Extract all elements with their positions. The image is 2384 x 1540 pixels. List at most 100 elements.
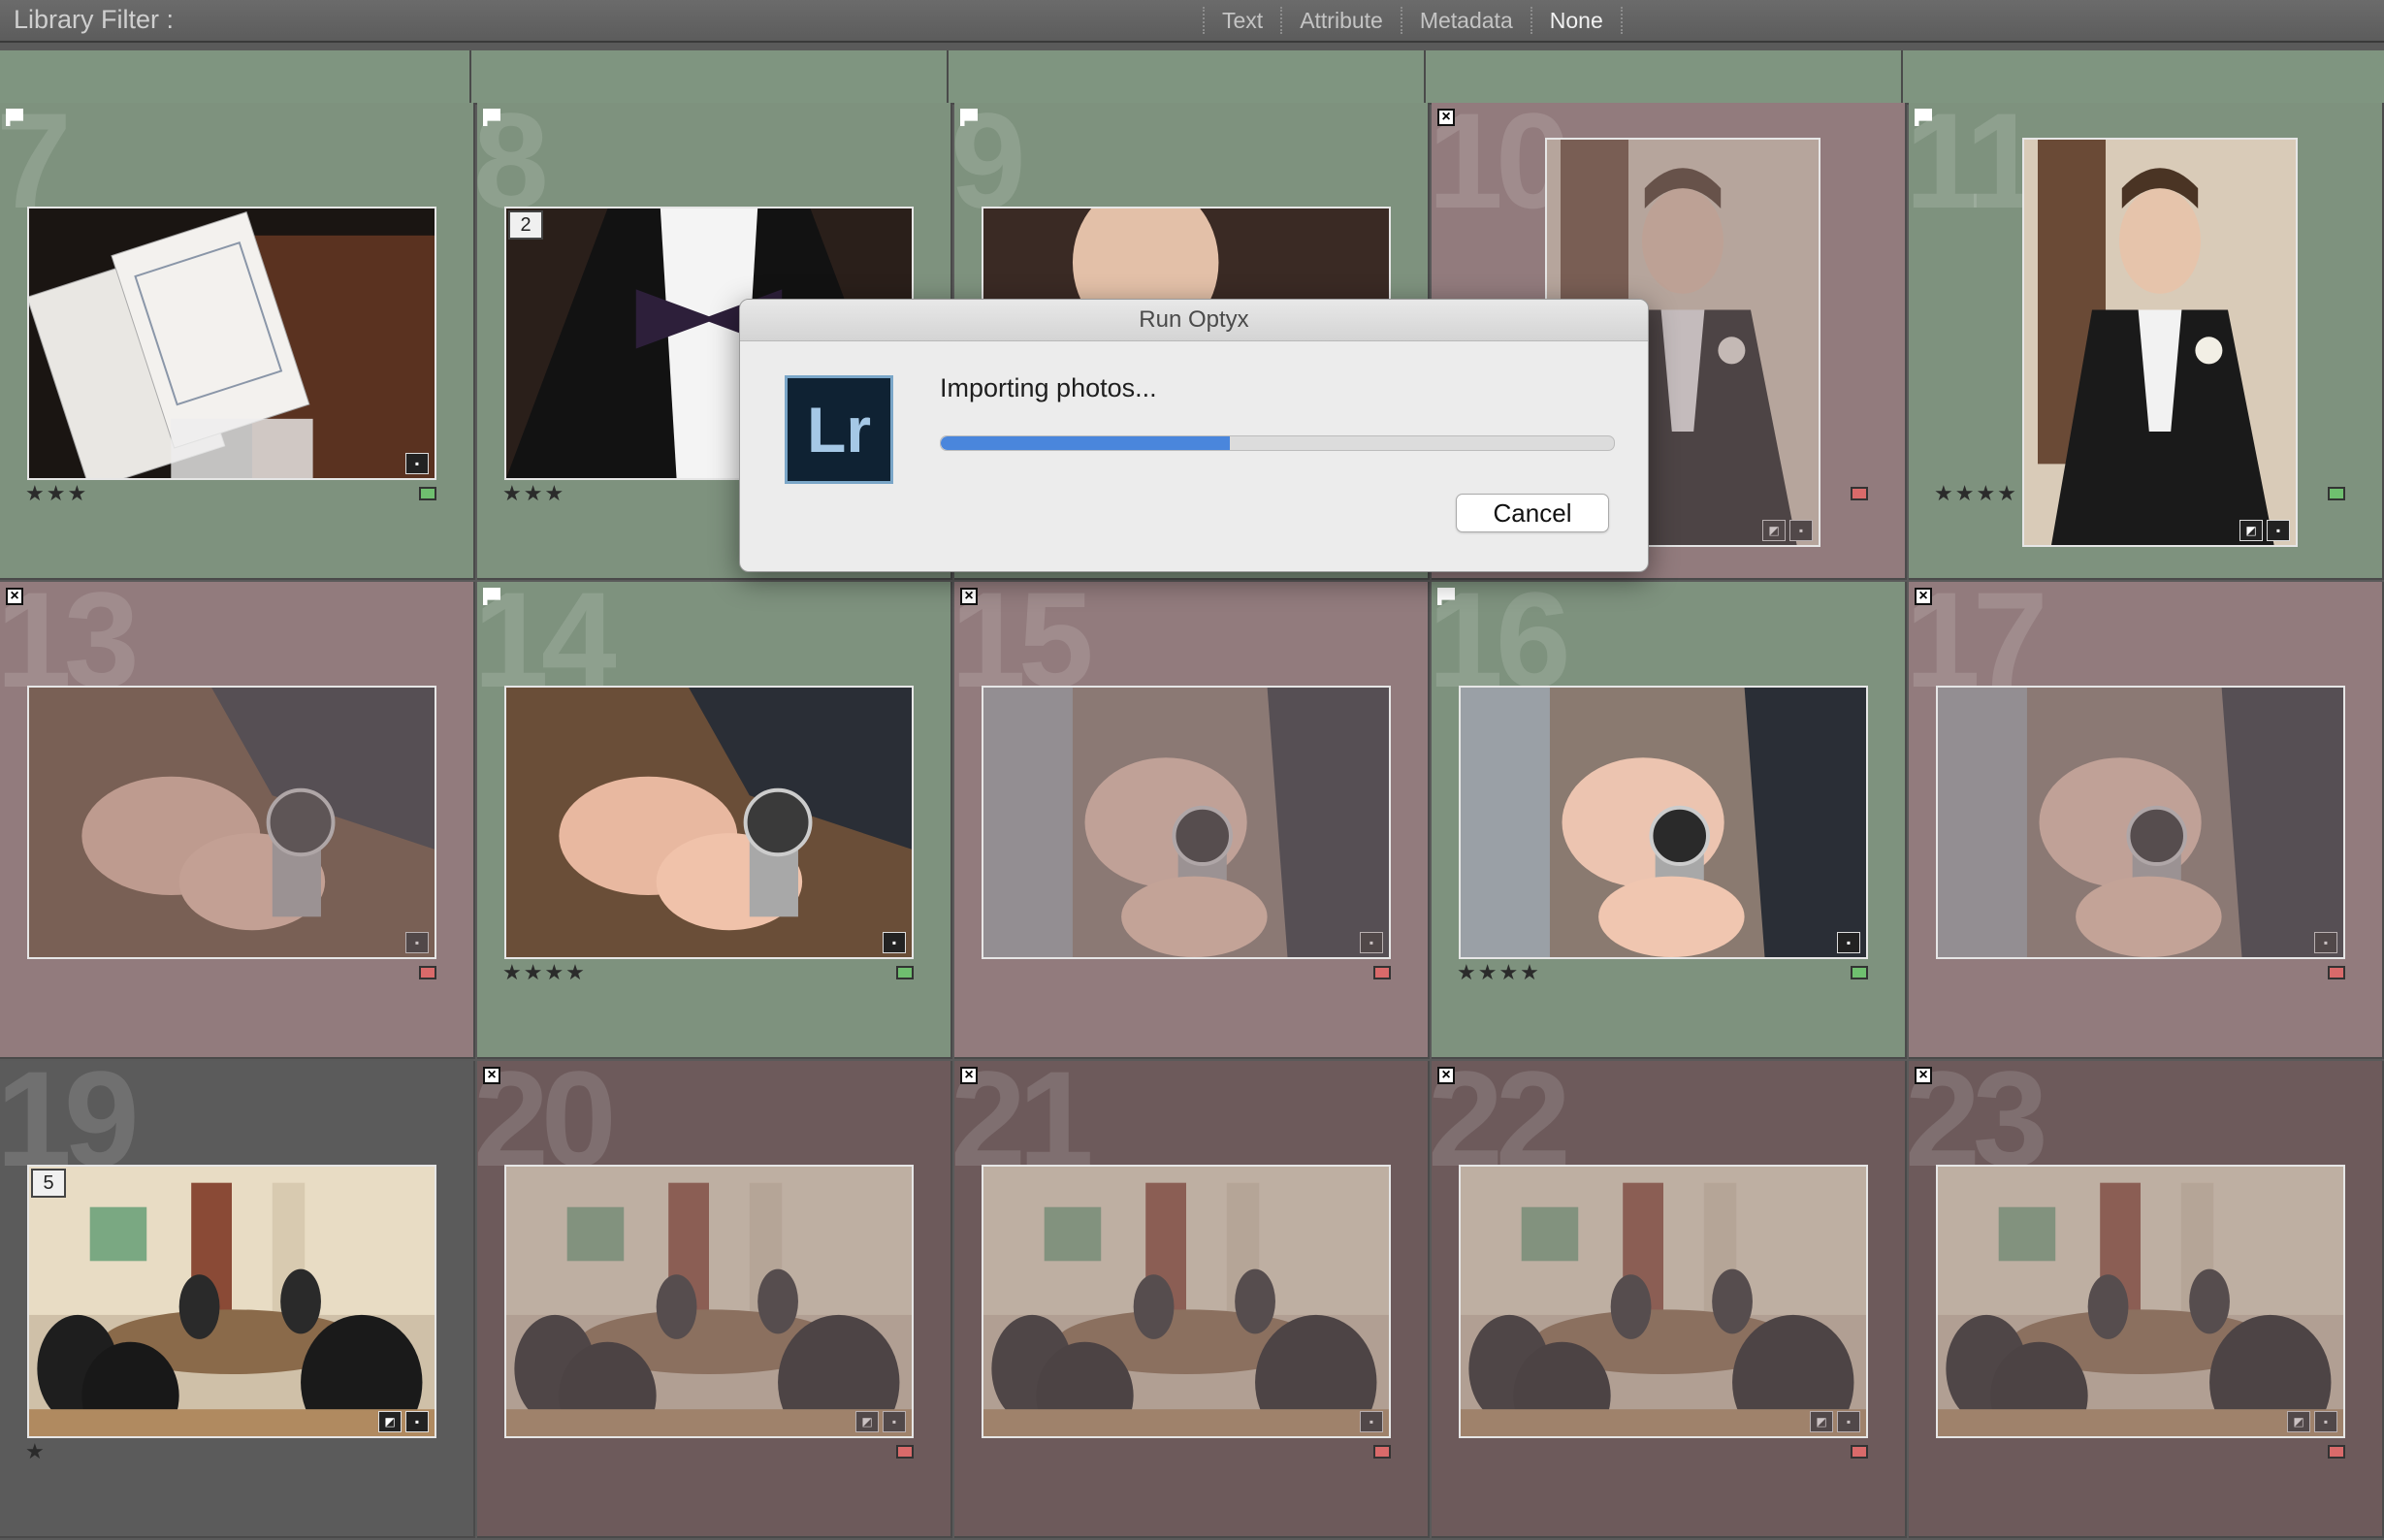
edit-icon[interactable]: ◩ (2239, 520, 2263, 541)
photo-thumbnail[interactable]: ◩ ▪ (1936, 1165, 2345, 1438)
filter-divider (1280, 7, 1283, 34)
thumbnail-cell[interactable]: 7 ▪ ★★★ (0, 103, 475, 580)
dialog-message: Importing photos... (940, 373, 1157, 402)
photo-thumbnail[interactable]: ◩ ▪ (1459, 1165, 1868, 1438)
comment-icon[interactable]: ▪ (2314, 1411, 2337, 1432)
thumbnail-badges: ▪ (1360, 932, 1383, 953)
edit-icon[interactable]: ◩ (1810, 1411, 1833, 1432)
filter-divider (1620, 7, 1623, 34)
thumbnail-cell[interactable]: 13 × ▪ (0, 582, 475, 1059)
thumbnail-badges: ▪ (405, 453, 429, 474)
star-rating[interactable]: ★★★★ (1457, 960, 1541, 985)
thumbnail-cell[interactable]: 22 × ◩ ▪ (1432, 1061, 1907, 1538)
photo-thumbnail[interactable]: ◩ ▪ (2022, 138, 2298, 547)
comment-icon[interactable]: ▪ (1837, 1411, 1860, 1432)
comment-icon[interactable]: ▪ (405, 1411, 429, 1432)
star-rating[interactable]: ★ (25, 1439, 47, 1464)
edit-icon[interactable]: ◩ (1762, 520, 1786, 541)
thumbnail-badges: ◩ ▪ (2287, 1411, 2337, 1432)
filter-divider (1203, 7, 1205, 34)
reject-flag-icon[interactable]: × (1915, 1067, 1932, 1084)
cell-divider (1901, 50, 1903, 103)
comment-icon[interactable]: ▪ (883, 932, 906, 953)
color-label-red[interactable] (419, 966, 436, 979)
comment-icon[interactable]: ▪ (2267, 520, 2290, 541)
comment-icon[interactable]: ▪ (2314, 932, 2337, 953)
photo-thumbnail[interactable]: ▪ (27, 686, 436, 959)
thumbnail-cell[interactable]: 21 × ▪ (954, 1061, 1430, 1538)
thumbnail-cell[interactable]: 20 × ◩ ▪ (477, 1061, 952, 1538)
thumbnail-badges: ◩ ▪ (2239, 520, 2290, 541)
color-label-green[interactable] (1851, 966, 1868, 979)
reject-flag-icon[interactable]: × (1437, 109, 1455, 126)
reject-flag-icon[interactable]: × (960, 588, 978, 605)
thumbnail-badges: ▪ (883, 932, 906, 953)
cell-divider (469, 50, 471, 103)
filter-attribute-tab[interactable]: Attribute (1294, 8, 1389, 34)
edit-icon[interactable]: ◩ (2287, 1411, 2310, 1432)
star-rating[interactable]: ★★★ (502, 481, 565, 506)
thumbnail-cell[interactable]: 17 × ▪ (1909, 582, 2384, 1059)
filter-options: Text Attribute Metadata None (1191, 0, 1634, 41)
edit-icon[interactable]: ◩ (378, 1411, 402, 1432)
star-rating[interactable]: ★★★★ (1934, 481, 2018, 506)
star-rating[interactable]: ★★★ (25, 481, 88, 506)
photo-thumbnail[interactable]: ▪ (1459, 686, 1868, 959)
color-label-green[interactable] (419, 487, 436, 500)
filter-divider (1530, 7, 1532, 34)
color-label-red[interactable] (2328, 966, 2345, 979)
comment-icon[interactable]: ▪ (883, 1411, 906, 1432)
photo-thumbnail[interactable]: ◩ ▪ (504, 1165, 914, 1438)
star-rating[interactable]: ★★★★ (502, 960, 587, 985)
cell-divider (1424, 50, 1426, 103)
reject-flag-icon[interactable]: × (483, 1067, 500, 1084)
thumbnail-badges: ◩ ▪ (378, 1411, 429, 1432)
color-label-green[interactable] (896, 966, 914, 979)
filter-divider (1400, 7, 1402, 34)
photo-thumbnail[interactable]: ▪ (27, 207, 436, 480)
comment-icon[interactable]: ▪ (1837, 932, 1860, 953)
thumbnail-cell[interactable]: 15 × ▪ (954, 582, 1430, 1059)
run-optyx-dialog: Run Optyx Lr Importing photos... Cancel (739, 299, 1649, 572)
photo-thumbnail[interactable]: ▪ (504, 686, 914, 959)
previous-row-strip (0, 50, 2384, 105)
photo-thumbnail[interactable]: 5 ◩ ▪ (27, 1165, 436, 1438)
thumbnail-cell[interactable]: 19 5 ◩ ▪ ★ (0, 1061, 475, 1538)
comment-icon[interactable]: ▪ (1789, 520, 1813, 541)
photo-thumbnail[interactable]: ▪ (982, 686, 1391, 959)
stack-count-badge[interactable]: 2 (508, 210, 543, 240)
photo-thumbnail[interactable]: ▪ (982, 1165, 1391, 1438)
filter-text-tab[interactable]: Text (1216, 8, 1269, 34)
color-label-red[interactable] (1373, 966, 1391, 979)
thumbnail-badges: ▪ (405, 932, 429, 953)
comment-icon[interactable]: ▪ (405, 932, 429, 953)
thumbnail-cell[interactable]: 11 ◩ ▪ ★★★★ (1909, 103, 2384, 580)
reject-flag-icon[interactable]: × (6, 588, 23, 605)
color-label-red[interactable] (1373, 1445, 1391, 1459)
photo-thumbnail[interactable]: ▪ (1936, 686, 2345, 959)
comment-icon[interactable]: ▪ (1360, 932, 1383, 953)
thumbnail-badges: ▪ (1837, 932, 1860, 953)
reject-flag-icon[interactable]: × (1915, 588, 1932, 605)
comment-icon[interactable]: ▪ (405, 453, 429, 474)
thumbnail-cell[interactable]: 16 ▪ ★★★★ (1432, 582, 1907, 1059)
library-filter-title: Library Filter : (14, 5, 175, 34)
filter-none-tab[interactable]: None (1544, 8, 1609, 34)
dialog-title: Run Optyx (740, 300, 1648, 341)
color-label-red[interactable] (896, 1445, 914, 1459)
color-label-red[interactable] (1851, 487, 1868, 500)
cancel-button[interactable]: Cancel (1456, 494, 1609, 532)
color-label-green[interactable] (2328, 487, 2345, 500)
color-label-red[interactable] (2328, 1445, 2345, 1459)
cell-index-number: 11 (1909, 103, 2041, 237)
filter-metadata-tab[interactable]: Metadata (1414, 8, 1519, 34)
color-label-red[interactable] (1851, 1445, 1868, 1459)
thumbnail-cell[interactable]: 23 × ◩ ▪ (1909, 1061, 2384, 1538)
lightroom-logo-icon: Lr (785, 375, 893, 484)
reject-flag-icon[interactable]: × (1437, 1067, 1455, 1084)
comment-icon[interactable]: ▪ (1360, 1411, 1383, 1432)
reject-flag-icon[interactable]: × (960, 1067, 978, 1084)
thumbnail-cell[interactable]: 14 ▪ ★★★★ (477, 582, 952, 1059)
edit-icon[interactable]: ◩ (855, 1411, 879, 1432)
stack-count-badge[interactable]: 5 (31, 1169, 66, 1198)
